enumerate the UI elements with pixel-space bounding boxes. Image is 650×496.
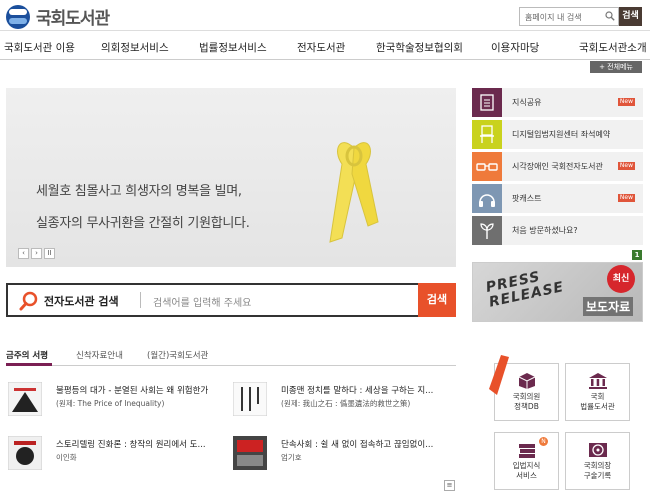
search-icon: [605, 11, 615, 21]
orange-ribbon-icon: [489, 355, 509, 395]
sprout-icon: [472, 216, 502, 245]
books-icon: [519, 444, 535, 458]
all-menu-button[interactable]: + 전체메뉴: [590, 61, 642, 73]
book-item[interactable]: 스토리텔링 진화론 : 창작의 원리에서 도... 이인화: [8, 436, 238, 476]
site-search-button[interactable]: 검색: [619, 7, 642, 26]
service-legislative-knowledge[interactable]: N 입법지식 서비스: [494, 432, 559, 490]
service-label: 국회의장 구술기록: [583, 461, 612, 480]
quick-menu-item-first-visit[interactable]: 처음 방문하셨나요?: [472, 216, 643, 245]
chair-icon: [472, 120, 502, 149]
banner-controls: ‹ › II: [18, 248, 55, 259]
book-subtitle: 엄기호: [281, 453, 302, 462]
nav-item-law-info[interactable]: 법률정보서비스: [199, 40, 267, 55]
nav-item-about[interactable]: 국회도서관소개: [579, 40, 647, 55]
more-books-button[interactable]: ≡: [444, 480, 455, 491]
press-release-banner[interactable]: PRESS RELEASE 최신 보도자료: [472, 262, 643, 322]
quick-menu-item-knowledge-share[interactable]: 지식공유 New: [472, 88, 643, 117]
new-badge: New: [617, 98, 635, 106]
active-tab-indicator: [6, 363, 52, 366]
page-indicator[interactable]: 1: [632, 250, 642, 260]
quick-menu-label: 디지털입법지원센터 좌석예약: [512, 130, 611, 139]
book-subtitle: 이인화: [56, 453, 77, 462]
site-search-input[interactable]: 홈페이지 내 검색: [519, 7, 619, 26]
disc-icon: [589, 443, 607, 457]
search-icon: [19, 291, 38, 311]
yellow-ribbon-icon: [329, 142, 379, 243]
book-title: 스토리텔링 진화론 : 창작의 원리에서 도...: [56, 440, 206, 450]
tab-monthly-magazine[interactable]: (월간)국회도서관: [147, 349, 208, 361]
new-badge: New: [617, 194, 635, 202]
latest-badge: 최신: [607, 265, 635, 293]
book-title: 미종맨 정치를 말하다 : 세상을 구하는 지...: [281, 386, 434, 396]
banner-pause-button[interactable]: II: [44, 248, 55, 259]
service-label: 입법지식 서비스: [512, 461, 541, 480]
book-tabs: 금주의 서평 신착자료안내 (월간)국회도서관: [6, 346, 456, 366]
cube-icon: [518, 373, 536, 389]
nav-item-parliament-info[interactable]: 의회정보서비스: [101, 40, 169, 55]
logo-text: 국회도서관: [36, 9, 110, 29]
main-navigation: 국회도서관 이용 의회정보서비스 법률정보서비스 전자도서관 한국학술정보협의회…: [0, 30, 650, 60]
book-item[interactable]: 불평등의 대가 - 분열된 사회는 왜 위험한가 (원제: The Price …: [8, 382, 238, 422]
quick-menu-item-visually-impaired[interactable]: 시각장애인 국회전자도서관 New: [472, 152, 643, 181]
banner-next-button[interactable]: ›: [31, 248, 42, 259]
book-cover-image: [8, 382, 42, 416]
e-library-search-label: 전자도서관 검색: [44, 295, 119, 308]
book-item[interactable]: 단속사회 : 쉴 새 없이 접속하고 끊임없이... 엄기호: [233, 436, 463, 476]
assembly-emblem-icon: [6, 4, 30, 29]
book-item[interactable]: 미종맨 정치를 말하다 : 세상을 구하는 지... (원제: 我山之石 : 僞…: [233, 382, 463, 422]
headphones-icon: [472, 184, 502, 213]
tab-new-arrivals[interactable]: 신착자료안내: [76, 349, 123, 361]
new-badge-dot: N: [539, 437, 548, 446]
banner-text-line1: 세월호 침몰사고 희생자의 명복을 빌며,: [36, 184, 242, 199]
service-speaker-oral-records[interactable]: 국회의장 구술기록: [565, 432, 630, 490]
new-badge: New: [617, 162, 635, 170]
quick-menu-label: 팟캐스트: [512, 194, 542, 203]
divider: [140, 292, 141, 308]
quick-menu-label: 시각장애인 국회전자도서관: [512, 162, 603, 171]
site-logo[interactable]: 국회도서관: [6, 4, 110, 29]
nav-item-academic-council[interactable]: 한국학술정보협의회: [376, 40, 463, 55]
banner-text-line2: 실종자의 무사귀환을 간절히 기원합니다.: [36, 216, 250, 231]
book-cover-image: [8, 436, 42, 470]
quick-menu-item-podcast[interactable]: 팟캐스트 New: [472, 184, 643, 213]
press-release-graphic: PRESS RELEASE: [485, 265, 566, 311]
nav-item-e-library[interactable]: 전자도서관: [297, 40, 345, 55]
book-cover-image: [233, 436, 267, 470]
quick-menu-label: 지식공유: [512, 98, 542, 107]
book-title: 단속사회 : 쉴 새 없이 접속하고 끊임없이...: [281, 440, 434, 450]
book-subtitle: (원제: The Price of Inequality): [56, 399, 165, 408]
building-icon: [589, 373, 607, 389]
quick-menu: 지식공유 New 디지털입법지원센터 좌석예약 시각장애인 국회전자도서관 Ne…: [472, 88, 643, 248]
book-subtitle: (원제: 我山之石 : 僞墨遺法的救世之策): [281, 399, 411, 408]
e-library-search-button[interactable]: 검색: [418, 283, 456, 317]
e-library-search-bar: 전자도서관 검색 검색어를 입력해 주세요 검색: [6, 283, 456, 317]
book-cover-image: [233, 382, 267, 416]
service-label: 국회 법률도서관: [580, 392, 615, 411]
site-search-placeholder: 홈페이지 내 검색: [525, 13, 582, 22]
quick-menu-item-seat-reservation[interactable]: 디지털입법지원센터 좌석예약: [472, 120, 643, 149]
nav-item-user-forum[interactable]: 이용자마당: [491, 40, 539, 55]
glasses-icon: [472, 152, 502, 181]
quick-menu-label: 처음 방문하셨나요?: [512, 226, 578, 235]
tab-weekly-review[interactable]: 금주의 서평: [6, 349, 48, 361]
main-banner[interactable]: 세월호 침몰사고 희생자의 명복을 빌며, 실종자의 무사귀환을 간절히 기원합…: [6, 88, 456, 267]
service-label: 국회의원 정책DB: [512, 392, 541, 411]
e-library-search-input[interactable]: 검색어를 입력해 주세요: [153, 294, 251, 309]
document-icon: [472, 88, 502, 117]
service-law-library[interactable]: 국회 법률도서관: [565, 363, 630, 421]
press-release-label: 보도자료: [583, 297, 634, 316]
nav-item-library-use[interactable]: 국회도서관 이용: [4, 40, 75, 55]
banner-prev-button[interactable]: ‹: [18, 248, 29, 259]
book-title: 불평등의 대가 - 분열된 사회는 왜 위험한가: [56, 386, 209, 396]
